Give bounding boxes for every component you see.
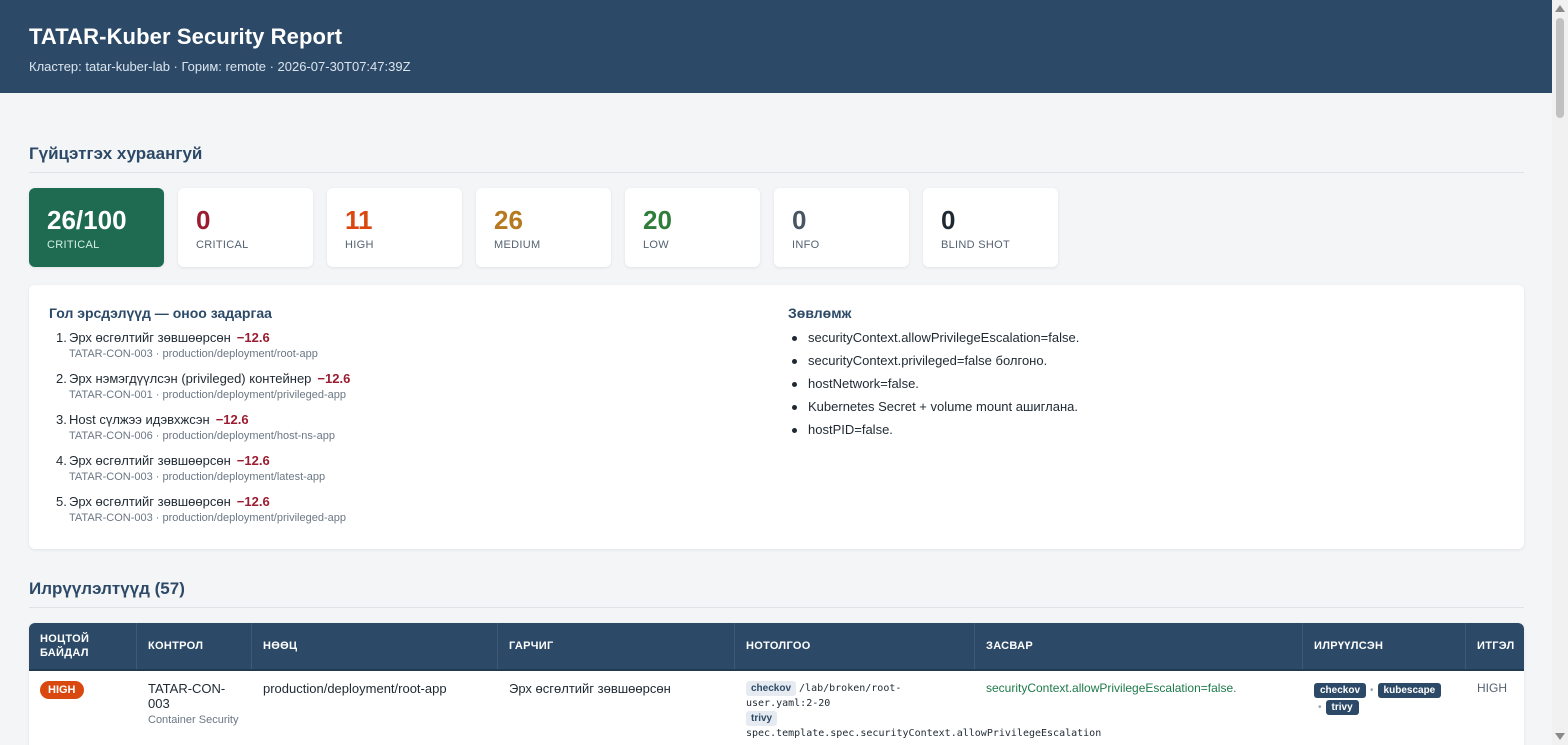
risk-penalty: −12.6 <box>236 330 270 345</box>
card-value: 0 <box>792 205 807 235</box>
risk-item: 2. Эрх нэмэгдүүлсэн (privileged) контейне… <box>49 371 749 412</box>
summary-cards: 26/100 CRITICAL 0 CRITICAL 11 HIGH 26 ME… <box>29 188 1524 267</box>
risk-item: 3. Host сүлжээ идэвхжсэн −12.6 TATAR-CON-0… <box>49 412 749 453</box>
risk-meta: TATAR-CON-003 · production/deployment/ro… <box>69 348 318 360</box>
risk-number: 1. <box>56 330 67 345</box>
cell-control: TATAR-CON-003 Container Security <box>137 671 252 745</box>
risk-list: 1. Эрх өсгөлтийг зөвшөөрсөн −12.6 TATAR-CO… <box>49 330 749 535</box>
page-scrollbar[interactable] <box>1552 0 1568 745</box>
card-value: 11 <box>345 205 373 235</box>
cell-fix: securityContext.allowPrivilegeEscalation… <box>986 681 1237 695</box>
risk-text: Host сүлжээ идэвхжсэн <box>69 412 210 427</box>
risks-recommendations-panel: Гол эрсдэлүүд — оноо задаргаа 1. Эрх өсгө… <box>29 285 1524 549</box>
separator-dot-icon: • <box>1370 685 1374 696</box>
separator-dot-icon: • <box>1318 702 1322 713</box>
risk-text: Эрх өсгөлтийг зөвшөөрсөн <box>69 453 231 468</box>
score-value: 26/100 <box>47 205 127 235</box>
critical-count-card: 0 CRITICAL <box>178 188 313 267</box>
recommendation-item: hostPID=false. <box>788 422 1488 445</box>
risk-item: 1. Эрх өсгөлтийг зөвшөөрсөн −12.6 TATAR-CO… <box>49 330 749 371</box>
risk-number: 2. <box>56 371 67 386</box>
control-category: Container Security <box>148 714 239 726</box>
risk-text: Эрх нэмэгдүүлсэн (privileged) контейнер <box>69 371 312 386</box>
cell-detected: checkov • kubescape • trivy <box>1303 671 1466 745</box>
column-header-severity[interactable]: НОЦТОЙ БАЙДАЛ <box>29 623 137 669</box>
detector-tag: checkov <box>1314 683 1367 698</box>
recommendation-item: hostNetwork=false. <box>788 376 1488 399</box>
control-id: TATAR-CON-003 <box>148 681 226 711</box>
risk-number: 5. <box>56 494 67 509</box>
high-count-card: 11 HIGH <box>327 188 462 267</box>
card-label: INFO <box>792 239 820 251</box>
risk-meta: TATAR-CON-001 · production/deployment/pr… <box>69 389 346 401</box>
scroll-thumb[interactable] <box>1556 18 1564 118</box>
recommendation-item: securityContext.allowPrivilegeEscalation… <box>788 330 1488 353</box>
detector-tag: trivy <box>1325 700 1359 715</box>
risk-text: Эрх өсгөлтийг зөвшөөрсөн <box>69 494 231 509</box>
report-content: Гүйцэтгэх хураангуй 26/100 CRITICAL 0 CR… <box>29 93 1524 745</box>
recommendation-item: Kubernetes Secret + volume mount ашиглан… <box>788 399 1488 422</box>
recommendation-item: securityContext.privileged=false болгоно… <box>788 353 1488 376</box>
report-title: TATAR-Kuber Security Report <box>29 24 343 49</box>
risks-heading: Гол эрсдэлүүд — оноо задаргаа <box>49 305 272 321</box>
findings-table: НОЦТОЙ БАЙДАЛ КОНТРОЛ НӨӨЦ ГАРЧИГ НОТОЛГ… <box>29 623 1524 745</box>
column-header-evidence[interactable]: НОТОЛГОО <box>735 623 975 669</box>
column-header-fix[interactable]: ЗАСВАР <box>975 623 1303 669</box>
card-label: CRITICAL <box>196 239 249 251</box>
score-label: CRITICAL <box>47 239 100 251</box>
risk-meta: TATAR-CON-003 · production/deployment/la… <box>69 471 326 483</box>
column-header-confidence[interactable]: ИТГЭЛ <box>1466 623 1524 669</box>
cell-resource: production/deployment/root-app <box>263 681 447 696</box>
low-count-card: 20 LOW <box>625 188 760 267</box>
blind-shot-count-card: 0 BLIND SHOT <box>923 188 1058 267</box>
risk-number: 4. <box>56 453 67 468</box>
report-header: TATAR-Kuber Security Report Кластер: tat… <box>0 0 1552 93</box>
risk-penalty: −12.6 <box>236 453 270 468</box>
card-value: 0 <box>941 205 956 235</box>
risk-item: 5. Эрх өсгөлтийг зөвшөөрсөн −12.6 TATAR-CO… <box>49 494 749 535</box>
table-header: НОЦТОЙ БАЙДАЛ КОНТРОЛ НӨӨЦ ГАРЧИГ НОТОЛГ… <box>29 623 1524 671</box>
cell-severity: HIGH <box>29 671 137 745</box>
findings-section-title: Илрүүлэлтүүд (57) <box>29 579 1524 608</box>
recommendations: Зөвлөмж securityContext.allowPrivilegeEs… <box>788 305 1488 445</box>
risk-text: Эрх өсгөлтийг зөвшөөрсөн <box>69 330 231 345</box>
table-row[interactable]: HIGH TATAR-CON-003 Container Security pr… <box>29 671 1524 745</box>
cell-confidence: HIGH <box>1477 681 1507 695</box>
column-header-resource[interactable]: НӨӨЦ <box>252 623 498 669</box>
score-card: 26/100 CRITICAL <box>29 188 164 267</box>
risk-meta: TATAR-CON-003 · production/deployment/pr… <box>69 512 346 524</box>
detector-tag: kubescape <box>1377 683 1442 698</box>
summary-section-title: Гүйцэтгэх хураангуй <box>29 144 1524 173</box>
recommendation-list: securityContext.allowPrivilegeEscalation… <box>788 330 1488 445</box>
column-header-control[interactable]: КОНТРОЛ <box>137 623 252 669</box>
risk-penalty: −12.6 <box>317 371 351 386</box>
recommendations-heading: Зөвлөмж <box>788 305 852 321</box>
info-count-card: 0 INFO <box>774 188 909 267</box>
card-label: LOW <box>643 239 669 251</box>
scroll-up-icon[interactable] <box>1555 5 1565 12</box>
card-value: 0 <box>196 205 211 235</box>
card-value: 26 <box>494 205 523 235</box>
risk-meta: TATAR-CON-006 · production/deployment/ho… <box>69 430 335 442</box>
scroll-down-icon[interactable] <box>1555 733 1565 740</box>
medium-count-card: 26 MEDIUM <box>476 188 611 267</box>
cell-evidence: checkov/lab/broken/root-user.yaml:2-20 t… <box>735 671 1101 745</box>
card-label: HIGH <box>345 239 374 251</box>
column-header-detected[interactable]: ИЛРҮҮЛСЭН <box>1303 623 1466 669</box>
severity-badge: HIGH <box>40 681 84 699</box>
risk-penalty: −12.6 <box>215 412 249 427</box>
risk-number: 3. <box>56 412 67 427</box>
card-label: BLIND SHOT <box>941 239 1011 251</box>
risk-penalty: −12.6 <box>236 494 270 509</box>
column-header-title[interactable]: ГАРЧИГ <box>498 623 735 669</box>
evidence-source-tag: checkov <box>746 681 797 696</box>
card-label: MEDIUM <box>494 239 541 251</box>
report-subtitle: Кластер: tatar-kuber-lab · Горим: remote… <box>29 59 411 74</box>
card-value: 20 <box>643 205 672 235</box>
top-risks: Гол эрсдэлүүд — оноо задаргаа 1. Эрх өсгө… <box>49 305 749 535</box>
evidence-source-tag: trivy <box>746 711 778 726</box>
risk-item: 4. Эрх өсгөлтийг зөвшөөрсөн −12.6 TATAR-CO… <box>49 453 749 494</box>
cell-title: Эрх өсгөлтийг зөвшөөрсөн <box>509 681 671 696</box>
